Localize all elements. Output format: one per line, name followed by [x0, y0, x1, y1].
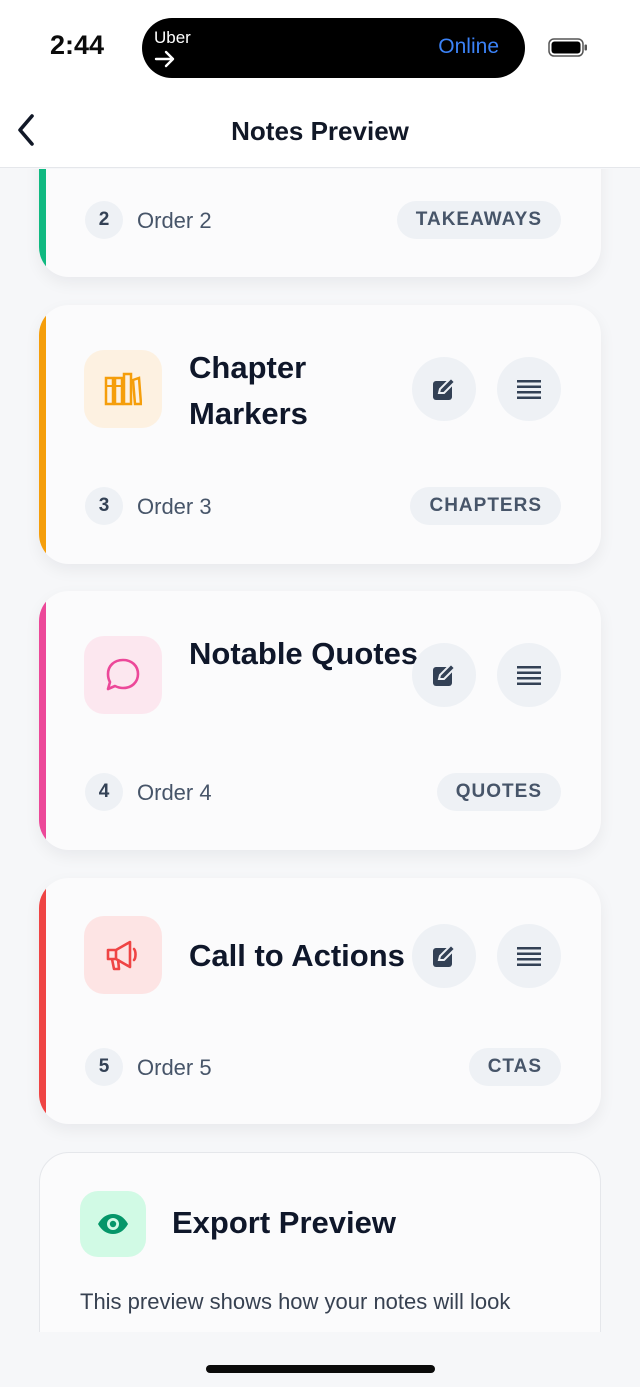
- section-tag: CTAS: [468, 1048, 561, 1086]
- section-tag: QUOTES: [436, 773, 561, 811]
- reorder-button[interactable]: [497, 357, 561, 421]
- battery-icon: [548, 38, 587, 57]
- order-number: 5: [85, 1048, 123, 1086]
- arrow-right-icon: [154, 50, 175, 68]
- drag-handle-icon: [517, 947, 541, 966]
- section-title: Call to Actions: [189, 938, 405, 973]
- export-title: Export Preview: [172, 1205, 396, 1240]
- order-label: Order 4: [137, 780, 212, 805]
- reorder-button[interactable]: [497, 643, 561, 707]
- home-indicator[interactable]: [206, 1365, 435, 1373]
- section-title: Chapter Markers: [189, 350, 308, 431]
- order-number: 3: [85, 487, 123, 525]
- bottom-safe-area: [0, 1332, 640, 1387]
- section-card-takeaways[interactable]: 2 Order 2 TAKEAWAYS: [39, 169, 601, 277]
- dynamic-island[interactable]: Uber Online: [142, 18, 525, 78]
- notes-list[interactable]: 2 Order 2 TAKEAWAYS Chapter Markers 3 Or…: [0, 169, 640, 1332]
- order-label: Order 5: [137, 1055, 212, 1080]
- section-card-ctas[interactable]: Call to Actions 5 Order 5 CTAS: [39, 878, 601, 1124]
- edit-button[interactable]: [412, 924, 476, 988]
- card-accent: [39, 169, 46, 277]
- books-icon: [84, 350, 162, 428]
- section-tag: CHAPTERS: [410, 487, 561, 525]
- island-status: Online: [438, 35, 499, 58]
- order-label: Order 2: [137, 208, 212, 233]
- island-app-name: Uber: [154, 28, 191, 47]
- eye-icon: [80, 1191, 146, 1257]
- reorder-button[interactable]: [497, 924, 561, 988]
- order-number: 4: [85, 773, 123, 811]
- export-preview-card: Export Preview This preview shows how yo…: [39, 1152, 601, 1332]
- export-description: This preview shows how your notes will l…: [80, 1289, 511, 1314]
- section-tag: TAKEAWAYS: [396, 201, 561, 239]
- speech-bubble-icon: [84, 636, 162, 714]
- section-title: Notable Quotes: [189, 636, 419, 671]
- card-accent: [39, 591, 46, 850]
- status-bar: 2:44 Uber Online: [0, 0, 640, 96]
- card-accent: [39, 305, 46, 564]
- drag-handle-icon: [517, 666, 541, 685]
- card-accent: [39, 878, 46, 1124]
- order-number: 2: [85, 201, 123, 239]
- section-card-chapters[interactable]: Chapter Markers 3 Order 3 CHAPTERS: [39, 305, 601, 564]
- edit-icon: [433, 663, 456, 686]
- edit-icon: [433, 944, 456, 967]
- megaphone-icon: [84, 916, 162, 994]
- section-card-quotes[interactable]: Notable Quotes 4 Order 4 QUOTES: [39, 591, 601, 850]
- drag-handle-icon: [517, 380, 541, 399]
- edit-button[interactable]: [412, 643, 476, 707]
- edit-icon: [433, 377, 456, 400]
- status-time: 2:44: [50, 30, 105, 60]
- edit-button[interactable]: [412, 357, 476, 421]
- navigation-bar: Notes Preview: [0, 96, 640, 168]
- order-label: Order 3: [137, 494, 212, 519]
- page-title: Notes Preview: [231, 116, 409, 146]
